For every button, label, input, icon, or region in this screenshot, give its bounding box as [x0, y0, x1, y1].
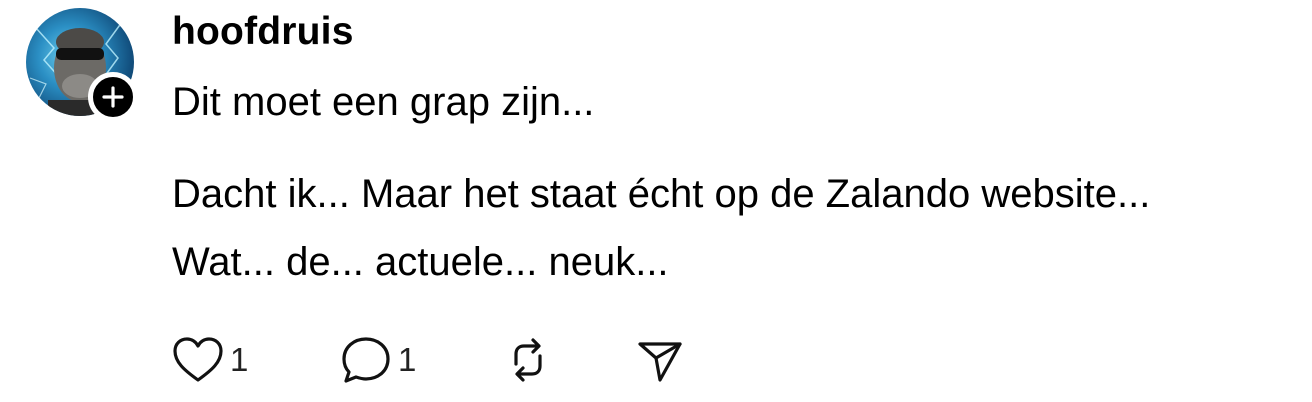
repost-icon [514, 338, 542, 382]
repost-button[interactable] [502, 334, 554, 386]
follow-button[interactable] [88, 72, 138, 122]
post-text-line-3: Wat... de... actuele... neuk... [172, 240, 669, 284]
post-text-line-2: Dacht ik... Maar het staat écht op de Za… [172, 172, 1151, 216]
heart-icon [173, 337, 223, 382]
post-text-line-1: Dit moet een grap zijn... [172, 80, 595, 124]
thread-post: hoofdruis Dit moet een grap zijn... Dach… [0, 0, 1312, 402]
comment-icon [342, 337, 390, 383]
send-icon [638, 342, 682, 382]
reply-count: 1 [398, 341, 417, 378]
avatar-container[interactable] [26, 8, 138, 122]
reply-button[interactable]: 1 [340, 334, 416, 386]
like-button[interactable]: 1 [172, 334, 248, 386]
like-count: 1 [230, 341, 249, 378]
username[interactable]: hoofdruis [172, 10, 354, 54]
share-button[interactable] [634, 334, 686, 386]
plus-icon [102, 86, 124, 108]
